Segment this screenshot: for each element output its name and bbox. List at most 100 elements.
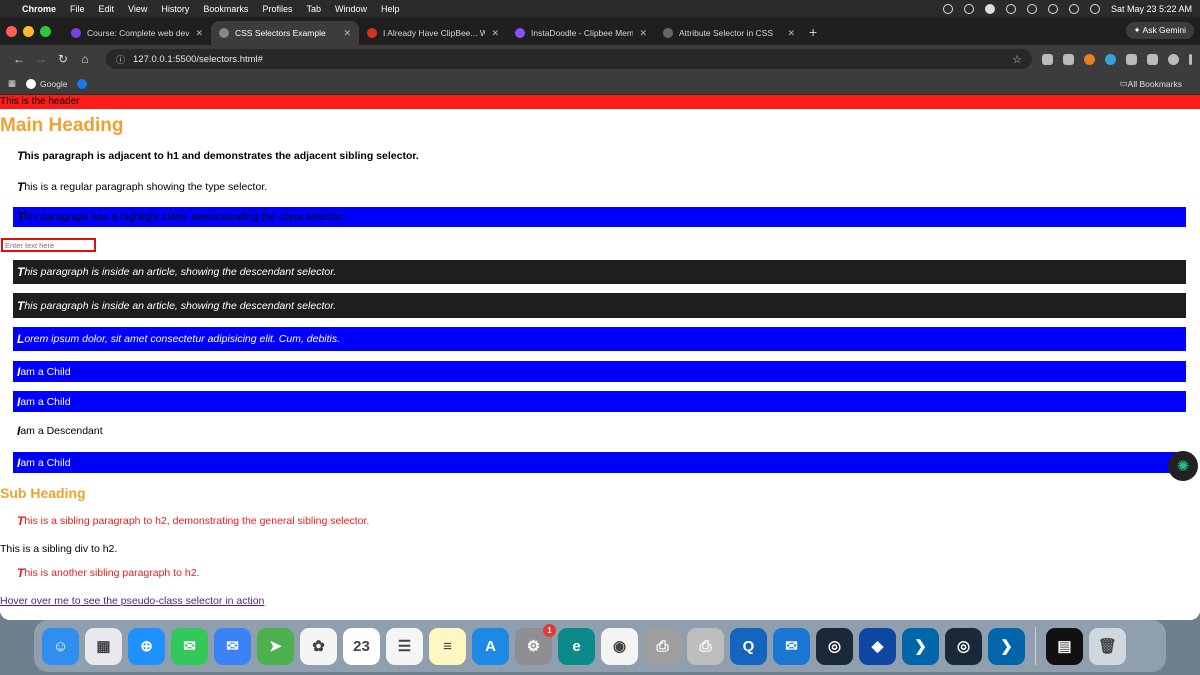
descendant-paragraph: I am a Descendant	[13, 422, 1186, 440]
tab-title: InstaDoodle - Clipbee Membe	[531, 28, 634, 38]
minimize-window-button[interactable]	[23, 25, 34, 37]
menu-kebab-icon[interactable]	[1189, 53, 1192, 65]
ask-gemini-button[interactable]: ✦ Ask Gemini	[1125, 22, 1194, 39]
system-settings-icon[interactable]: ⚙ 1	[515, 623, 556, 665]
chatgpt-icon[interactable]: ✺	[1168, 451, 1198, 481]
child-paragraph-3: I am a Child	[13, 452, 1186, 473]
tab-gmail[interactable]: I Already Have ClipBee... Why ✕	[359, 21, 507, 45]
bookmark-label: Google	[40, 78, 68, 89]
profile-icon[interactable]	[1168, 53, 1179, 65]
url-text[interactable]: 127.0.0.1:5500/selectors.html#	[133, 54, 263, 65]
reminders-icon[interactable]: ☰	[386, 627, 423, 665]
vpn-icon[interactable]: ◆	[859, 627, 896, 665]
steam-2-icon[interactable]: ◎	[945, 627, 982, 665]
chrome-icon[interactable]: ◉	[601, 627, 638, 665]
maps-icon[interactable]: ➤	[257, 627, 294, 665]
close-tab-icon[interactable]: ✕	[343, 28, 351, 39]
tab-course[interactable]: Course: Complete web develo ✕	[63, 21, 211, 45]
extension-2-icon[interactable]	[1063, 53, 1074, 65]
site-info-icon[interactable]: ⓘ	[116, 53, 125, 66]
zoom-window-button[interactable]	[40, 25, 51, 37]
quicktime-icon[interactable]: Q	[730, 627, 767, 665]
extensions-puzzle-icon[interactable]	[1126, 53, 1137, 65]
main-heading: Main Heading	[0, 115, 124, 136]
all-bookmarks-button[interactable]: ▭ All Bookmarks	[1120, 78, 1182, 89]
extensions-area	[1042, 53, 1192, 65]
extension-1-icon[interactable]	[1042, 53, 1053, 65]
app-store-icon[interactable]: A	[472, 627, 509, 665]
tab-title: I Already Have ClipBee... Why	[383, 28, 486, 38]
grammarly-icon[interactable]	[984, 3, 995, 14]
close-tab-icon[interactable]: ✕	[787, 28, 795, 39]
trash-icon[interactable]: 🗑	[1089, 627, 1126, 665]
forward-button[interactable]: →	[30, 52, 52, 66]
steam-icon[interactable]: ◎	[816, 627, 853, 665]
menu-window[interactable]: Window	[335, 4, 367, 14]
close-tab-icon[interactable]: ✕	[639, 28, 647, 39]
first-letter: T	[17, 298, 25, 313]
new-tab-button[interactable]: +	[809, 21, 817, 45]
menu-help[interactable]: Help	[381, 4, 400, 14]
extension-4-icon[interactable]	[1105, 53, 1116, 65]
menu-file[interactable]: File	[70, 4, 85, 14]
menu-view[interactable]: View	[128, 4, 147, 14]
menu-edit[interactable]: Edit	[99, 4, 115, 14]
vscode-icon[interactable]: ❯	[902, 627, 939, 665]
address-bar[interactable]: ⓘ 127.0.0.1:5500/selectors.html# ☆	[106, 49, 1032, 69]
paragraph-text: am a Child	[20, 395, 71, 408]
tab-title: Course: Complete web develo	[87, 28, 190, 38]
close-tab-icon[interactable]: ✕	[491, 28, 499, 39]
calendar-icon[interactable]: 23	[343, 627, 380, 665]
recent-window-icon[interactable]: ▤	[1046, 627, 1083, 665]
extension-icon[interactable]	[963, 3, 974, 14]
home-button[interactable]: ⌂	[74, 52, 96, 66]
launchpad-icon[interactable]: ▦	[85, 627, 122, 665]
bookmark-facebook[interactable]	[77, 78, 91, 89]
finder-icon[interactable]: ☺	[42, 627, 79, 665]
record-icon[interactable]	[1026, 3, 1037, 14]
photos-icon[interactable]: ✿	[300, 627, 337, 665]
safari-icon[interactable]: ⊕	[128, 627, 165, 665]
menu-profiles[interactable]: Profiles	[262, 4, 292, 14]
vscode-2-icon[interactable]: ❯	[988, 627, 1025, 665]
tab-instadoodle[interactable]: InstaDoodle - Clipbee Membe ✕	[507, 21, 655, 45]
clock[interactable]: Sat May 23 5:22 AM	[1111, 4, 1192, 14]
reload-button[interactable]: ↻	[52, 52, 74, 66]
menu-tab[interactable]: Tab	[306, 4, 321, 14]
tab-attribute-selector[interactable]: Attribute Selector in CSS ✕	[655, 21, 803, 45]
extension-3-icon[interactable]	[1084, 53, 1095, 65]
search-icon[interactable]	[1068, 3, 1079, 14]
screen-share-icon[interactable]	[942, 3, 953, 14]
close-window-button[interactable]	[6, 25, 17, 37]
messenger-icon[interactable]: ✉	[773, 627, 810, 665]
messages-icon[interactable]: ✉	[171, 627, 208, 665]
text-input[interactable]	[1, 238, 96, 252]
tab-css-selectors[interactable]: CSS Selectors Example ✕	[211, 21, 359, 45]
close-tab-icon[interactable]: ✕	[195, 28, 203, 39]
menu-history[interactable]: History	[161, 4, 189, 14]
dock-separator	[1035, 627, 1036, 665]
apps-grid-icon[interactable]: ▦	[8, 78, 16, 89]
hover-link[interactable]: Hover over me to see the pseudo-class se…	[0, 595, 264, 607]
wifi-icon[interactable]	[1047, 3, 1058, 14]
sibling-paragraph-1: This is a sibling paragraph to h2, demon…	[13, 513, 1186, 529]
mail-icon[interactable]: ✉	[214, 627, 251, 665]
edge-icon[interactable]: e	[558, 627, 595, 665]
printer-queue-icon[interactable]: ⎙	[687, 627, 724, 665]
menu-bookmarks[interactable]: Bookmarks	[203, 4, 248, 14]
first-letter: T	[17, 566, 25, 580]
back-button[interactable]: ←	[8, 52, 30, 66]
paragraph-text: his is a regular paragraph showing the t…	[24, 181, 268, 193]
child-paragraph-1: I am a Child	[13, 361, 1186, 382]
bookmark-google[interactable]: Google	[26, 78, 68, 89]
play-icon[interactable]	[1005, 3, 1016, 14]
ask-gemini-label: Ask Gemini	[1142, 25, 1186, 35]
menu-chrome[interactable]: Chrome	[22, 4, 56, 14]
control-center-icon[interactable]	[1089, 3, 1100, 14]
printer-icon[interactable]: ⎙	[644, 627, 681, 665]
notes-icon[interactable]: ≡	[429, 627, 466, 665]
download-icon[interactable]	[1147, 53, 1158, 65]
bookmark-star-icon[interactable]: ☆	[1012, 53, 1022, 66]
openai-favicon-icon	[663, 28, 673, 38]
browser-window: Course: Complete web develo ✕ CSS Select…	[0, 17, 1200, 620]
